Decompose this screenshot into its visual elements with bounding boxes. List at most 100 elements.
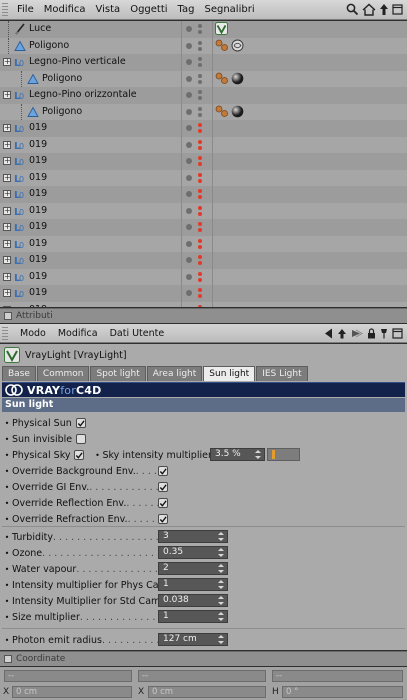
object-name[interactable]: 019 — [29, 122, 47, 133]
animate-bullet[interactable]: • — [4, 483, 10, 492]
override-checkbox[interactable] — [158, 482, 168, 492]
visibility-dot[interactable] — [186, 75, 192, 82]
object-name[interactable]: 019 — [29, 172, 47, 183]
object-row[interactable]: +L0019 — [0, 301, 407, 308]
animate-bullet[interactable]: • — [4, 613, 10, 622]
render-visibility-dot[interactable] — [198, 255, 202, 259]
object-row[interactable]: +L0019 — [0, 219, 407, 236]
object-row[interactable]: +L0019 — [0, 252, 407, 269]
animate-bullet[interactable]: • — [4, 597, 10, 606]
object-row[interactable]: + L 0 Legno-Pino orizzontale — [0, 87, 407, 104]
object-name[interactable]: Poligono — [42, 73, 82, 84]
render-visibility-dot[interactable] — [198, 205, 202, 210]
editor-visibility-dot[interactable] — [198, 30, 202, 34]
menu-modifica-attr[interactable]: Modifica — [52, 328, 104, 339]
render-visibility-dot[interactable] — [198, 288, 202, 292]
stepper-arrows[interactable] — [218, 635, 224, 644]
editor-visibility-dot[interactable] — [198, 46, 202, 51]
animate-bullet[interactable]: • — [4, 499, 10, 508]
param-value-field[interactable]: 2 — [158, 562, 228, 575]
object-name[interactable]: Legno-Pino orizzontale — [29, 89, 137, 100]
expand-toggle-icon[interactable]: + — [3, 91, 11, 99]
render-visibility-dot[interactable] — [198, 172, 202, 177]
object-name[interactable]: Luce — [29, 23, 51, 34]
object-row[interactable]: Poligono — [0, 37, 407, 55]
drag-grip[interactable] — [2, 326, 8, 340]
animate-bullet[interactable]: • — [4, 515, 10, 524]
render-visibility-dot[interactable] — [198, 106, 202, 111]
render-visibility-dot[interactable] — [198, 222, 202, 226]
visibility-dot[interactable] — [186, 125, 192, 131]
forward-arrow-icon[interactable] — [351, 328, 363, 339]
lock-icon[interactable] — [367, 327, 376, 339]
render-visibility-dot[interactable] — [198, 123, 202, 127]
object-row[interactable]: +L0019 — [0, 285, 407, 302]
animate-bullet[interactable]: • — [4, 636, 10, 645]
visibility-dot[interactable] — [186, 257, 192, 263]
stepper-arrows[interactable] — [218, 580, 224, 589]
visibility-dot[interactable] — [186, 273, 192, 280]
sun-invisible-checkbox[interactable] — [76, 434, 87, 444]
slider-knob[interactable] — [271, 450, 275, 459]
visibility-dot[interactable] — [186, 240, 192, 247]
animate-bullet[interactable]: • — [4, 467, 10, 476]
expand-toggle-icon[interactable]: + — [3, 239, 11, 248]
tab-ies-light[interactable]: IES Light — [256, 366, 308, 381]
param-value-field[interactable]: 1 — [158, 610, 228, 623]
object-row[interactable]: +L0019 — [0, 202, 407, 219]
visibility-dot[interactable] — [186, 290, 192, 296]
render-visibility-dot[interactable] — [198, 57, 202, 61]
photon-emit-radius-field[interactable]: 127 cm — [158, 633, 228, 646]
object-name[interactable]: Legno-Pino verticale — [29, 56, 126, 67]
object-row[interactable]: Poligono — [0, 103, 407, 120]
stepper-arrows[interactable] — [218, 532, 224, 541]
menu-segnalibri[interactable]: Segnalibri — [199, 4, 259, 15]
editor-visibility-dot[interactable] — [198, 277, 202, 282]
editor-visibility-dot[interactable] — [198, 145, 202, 150]
render-visibility-dot[interactable] — [198, 40, 202, 45]
physical-sky-checkbox[interactable] — [74, 450, 85, 460]
object-name[interactable]: 019 — [29, 254, 47, 265]
object-row[interactable]: Poligono — [0, 70, 407, 88]
editor-visibility-dot[interactable] — [198, 162, 202, 166]
expand-toggle-icon[interactable]: + — [3, 256, 11, 264]
coord-h-rotation-field[interactable]: 0 ° — [282, 686, 403, 698]
override-checkbox[interactable] — [158, 498, 168, 508]
object-row[interactable]: +L0019 — [0, 169, 407, 186]
render-visibility-dot[interactable] — [198, 304, 202, 307]
expand-toggle-icon[interactable]: + — [3, 140, 11, 149]
stepper-arrows[interactable] — [218, 612, 224, 621]
material-tag-icon[interactable] — [215, 39, 229, 55]
animate-bullet[interactable]: • — [4, 581, 10, 590]
menu-file[interactable]: File — [12, 4, 39, 15]
expand-toggle-icon[interactable]: + — [3, 272, 11, 281]
expand-toggle-icon[interactable]: + — [3, 206, 11, 215]
object-name[interactable]: 019 — [29, 287, 47, 298]
object-name[interactable]: 019 — [29, 304, 47, 308]
new-window-icon[interactable] — [392, 327, 403, 339]
render-visibility-dot[interactable] — [198, 238, 202, 243]
physical-sun-checkbox[interactable] — [75, 418, 86, 428]
param-value-field[interactable]: 0.038 — [158, 594, 228, 607]
texture-tag-icon[interactable] — [231, 39, 244, 55]
tab-sun-light[interactable]: Sun light — [203, 366, 256, 381]
param-value-field[interactable]: 1 — [158, 578, 228, 591]
stepper-arrows[interactable] — [255, 450, 261, 459]
object-name[interactable]: 019 — [29, 271, 47, 282]
object-row[interactable]: Luce — [0, 21, 407, 38]
tab-area-light[interactable]: Area light — [146, 366, 203, 381]
menu-dati-utente[interactable]: Dati Utente — [104, 328, 171, 339]
menu-modifica[interactable]: Modifica — [39, 4, 91, 15]
animate-bullet[interactable]: • — [4, 435, 10, 444]
panel-toggle-box[interactable] — [4, 655, 12, 663]
expand-toggle-icon[interactable]: + — [3, 173, 11, 182]
search-icon[interactable] — [346, 3, 359, 16]
sphere-material-icon[interactable] — [231, 72, 244, 88]
panel-toggle-box[interactable] — [4, 312, 12, 320]
editor-visibility-dot[interactable] — [198, 294, 202, 298]
coord-x-size-field[interactable]: 0 cm — [148, 686, 266, 698]
menu-oggetti[interactable]: Oggetti — [125, 4, 172, 15]
visibility-dot[interactable] — [186, 174, 192, 181]
object-row[interactable]: +L0019 — [0, 136, 407, 153]
object-row[interactable]: +L0019 — [0, 235, 407, 252]
